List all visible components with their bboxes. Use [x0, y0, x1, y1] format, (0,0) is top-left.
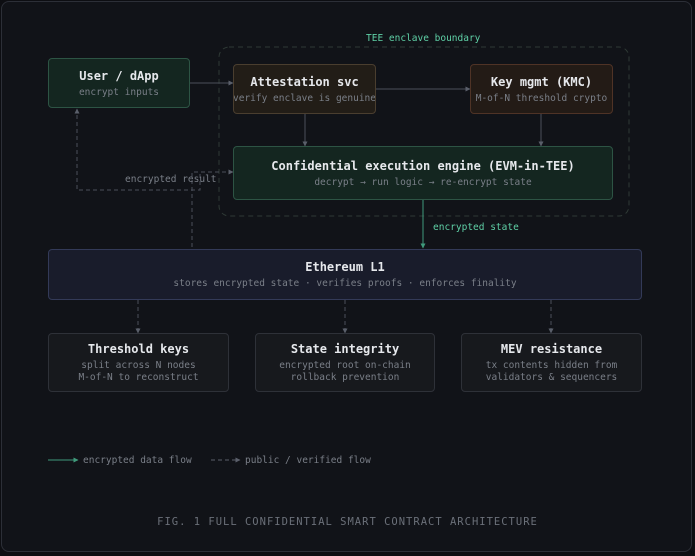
node-subtitle-line2: M-of-N to reconstruct [78, 372, 199, 383]
node-subtitle: M-of-N threshold crypto [475, 92, 608, 104]
node-title: Attestation svc [250, 74, 359, 89]
node-attestation-svc: Attestation svc verify enclave is genuin… [233, 64, 376, 114]
node-title: Key mgmt (KMC) [490, 74, 593, 89]
node-title: Threshold keys [87, 342, 190, 356]
node-threshold-keys: Threshold keys split across N nodes M-of… [48, 333, 229, 392]
legend-public-label: public / verified flow [245, 455, 371, 466]
node-subtitle-line2: rollback prevention [290, 372, 400, 383]
node-title: MEV resistance [500, 342, 603, 356]
edge-label-encrypted-result: encrypted result [125, 174, 217, 185]
legend-encrypted-label: encrypted data flow [83, 455, 192, 466]
node-title: Ethereum L1 [305, 260, 385, 274]
edge-label-encrypted-state: encrypted state [433, 222, 519, 233]
node-mev-resistance: MEV resistance tx contents hidden from v… [461, 333, 642, 392]
node-subtitle: decrypt → run logic → re-encrypt state [314, 176, 532, 188]
node-subtitle: verify enclave is genuine [233, 92, 376, 104]
node-subtitle-line2: validators & sequencers [485, 372, 618, 383]
node-title: User / dApp [79, 68, 159, 83]
node-title: State integrity [290, 342, 400, 356]
node-user-dapp: User / dApp encrypt inputs [48, 58, 190, 108]
node-ethereum-l1: Ethereum L1 stores encrypted state · ver… [48, 249, 642, 300]
node-confidential-engine: Confidential execution engine (EVM-in-TE… [233, 146, 613, 200]
enclave-label: TEE enclave boundary [366, 33, 481, 44]
node-subtitle: encrypt inputs [78, 86, 160, 98]
node-state-integrity: State integrity encrypted root on-chain … [255, 333, 435, 392]
node-subtitle: stores encrypted state · verifies proofs… [173, 278, 517, 289]
node-subtitle-line1: encrypted root on-chain [279, 360, 411, 371]
node-key-mgmt: Key mgmt (KMC) M-of-N threshold crypto [470, 64, 613, 114]
node-subtitle-line1: split across N nodes [81, 360, 196, 371]
node-title: Confidential execution engine (EVM-in-TE… [271, 158, 575, 173]
figure-caption: FIG. 1 FULL CONFIDENTIAL SMART CONTRACT … [157, 516, 538, 528]
node-subtitle-line1: tx contents hidden from [485, 360, 618, 371]
